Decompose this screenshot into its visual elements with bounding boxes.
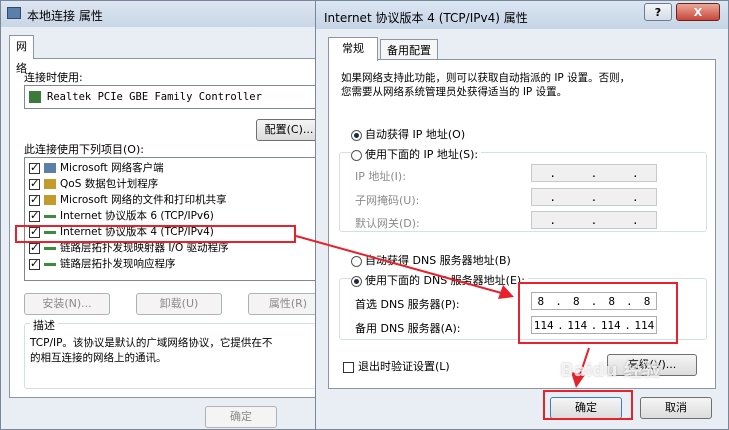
- arrow-line: [295, 235, 506, 295]
- tab-general[interactable]: 常规: [328, 37, 378, 61]
- watermark: Baidu 经验: [560, 360, 661, 381]
- tab-network[interactable]: 网络: [9, 35, 34, 75]
